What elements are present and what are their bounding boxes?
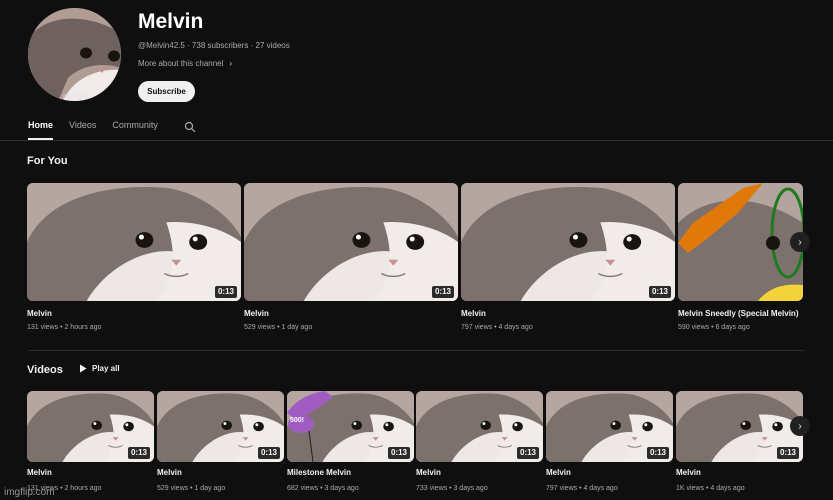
search-icon[interactable] bbox=[184, 121, 196, 133]
video-thumbnail-5[interactable]: 0:13 bbox=[546, 391, 673, 462]
channel-tabs: Home Videos Community bbox=[28, 120, 174, 140]
videos-section-title: Videos bbox=[27, 364, 63, 376]
cat-image bbox=[461, 183, 675, 301]
video-title[interactable]: Melvin bbox=[157, 468, 182, 477]
video-meta: 682 views • 3 days ago bbox=[287, 485, 359, 492]
video-thumbnail-1[interactable]: 0:13 bbox=[27, 391, 154, 462]
video-title[interactable]: Melvin Sneedly (Special Melvin) bbox=[678, 309, 798, 318]
avatar-label: melvin bbox=[62, 92, 87, 101]
cat-image bbox=[244, 183, 458, 301]
video-meta: 590 views • 6 days ago bbox=[678, 324, 750, 331]
channel-meta: @Melvin42.5 · 738 subscribers · 27 video… bbox=[138, 41, 290, 50]
balloon-label: 500! bbox=[290, 417, 305, 424]
channel-name: Melvin bbox=[138, 10, 204, 33]
video-title[interactable]: Melvin bbox=[546, 468, 571, 477]
duration-badge: 0:13 bbox=[387, 447, 410, 459]
play-icon bbox=[80, 364, 87, 373]
video-meta: 797 views • 4 days ago bbox=[546, 485, 618, 492]
video-title[interactable]: Melvin bbox=[461, 309, 486, 318]
tab-home[interactable]: Home bbox=[28, 120, 54, 140]
chevron-right-icon: › bbox=[798, 420, 802, 432]
for-you-next-button[interactable]: › bbox=[790, 232, 810, 252]
video-title[interactable]: Melvin bbox=[27, 468, 52, 477]
tab-videos[interactable]: Videos bbox=[69, 120, 96, 140]
channel-avatar[interactable]: melvin bbox=[28, 8, 121, 101]
for-you-title: For You bbox=[27, 155, 68, 167]
chevron-right-icon: › bbox=[229, 59, 233, 68]
play-all-button[interactable]: Play all bbox=[79, 364, 120, 373]
video-meta: 797 views • 4 days ago bbox=[461, 324, 533, 331]
video-meta: 529 views • 1 day ago bbox=[157, 485, 226, 492]
video-thumbnail-3[interactable]: 500! 0:13 bbox=[287, 391, 414, 462]
video-title[interactable]: Milestone Melvin bbox=[287, 468, 351, 477]
video-thumbnail-2[interactable]: 0:13 bbox=[157, 391, 284, 462]
video-title[interactable]: Melvin bbox=[416, 468, 441, 477]
for-you-thumbnail-3[interactable]: 0:13 bbox=[461, 183, 675, 301]
section-divider bbox=[28, 350, 805, 351]
melvin-sneedly-image bbox=[678, 183, 803, 301]
duration-badge: 0:13 bbox=[257, 447, 280, 459]
video-thumbnail-6[interactable]: 0:13 bbox=[676, 391, 803, 462]
video-title[interactable]: Melvin bbox=[244, 309, 269, 318]
video-meta: 529 views • 1 day ago bbox=[244, 324, 313, 331]
duration-badge: 0:13 bbox=[214, 286, 237, 298]
duration-badge: 0:13 bbox=[516, 447, 539, 459]
video-meta: 131 views • 2 hours ago bbox=[27, 324, 102, 331]
duration-badge: 0:13 bbox=[648, 286, 671, 298]
cat-image bbox=[27, 183, 241, 301]
for-you-thumbnail-2[interactable]: 0:13 bbox=[244, 183, 458, 301]
for-you-thumbnail-4[interactable] bbox=[678, 183, 803, 301]
tabs-divider bbox=[0, 140, 833, 141]
imgflip-watermark: imgflip.com bbox=[4, 487, 55, 498]
duration-badge: 0:13 bbox=[776, 447, 799, 459]
play-all-label: Play all bbox=[92, 364, 120, 373]
videos-next-button[interactable]: › bbox=[790, 416, 810, 436]
video-thumbnail-4[interactable]: 0:13 bbox=[416, 391, 543, 462]
duration-badge: 0:13 bbox=[127, 447, 150, 459]
video-meta: 1K views • 4 days ago bbox=[676, 485, 745, 492]
video-title[interactable]: Melvin bbox=[27, 309, 52, 318]
tab-community[interactable]: Community bbox=[112, 120, 158, 140]
duration-badge: 0:13 bbox=[431, 286, 454, 298]
avatar-cat-image bbox=[28, 8, 121, 101]
chevron-right-icon: › bbox=[798, 236, 802, 248]
more-about-link[interactable]: More about this channel › bbox=[138, 59, 232, 68]
duration-badge: 0:13 bbox=[646, 447, 669, 459]
video-meta: 733 views • 3 days ago bbox=[416, 485, 488, 492]
video-title[interactable]: Melvin bbox=[676, 468, 701, 477]
for-you-thumbnail-1[interactable]: 0:13 bbox=[27, 183, 241, 301]
subscribe-button[interactable]: Subscribe bbox=[138, 81, 195, 102]
more-about-label: More about this channel bbox=[138, 59, 224, 68]
